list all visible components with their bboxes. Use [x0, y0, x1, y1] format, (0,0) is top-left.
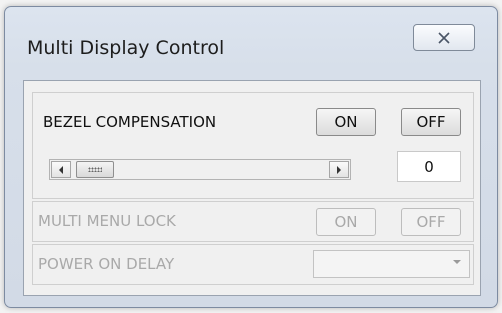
- bezel-on-button[interactable]: ON: [316, 108, 376, 136]
- dialog-client-area: BEZEL COMPENSATION ON OFF 0 MULTI MENU L…: [23, 80, 481, 296]
- multi-menu-lock-off-button[interactable]: OFF: [401, 208, 461, 236]
- scroll-left-button[interactable]: [51, 161, 71, 178]
- bezel-value-field[interactable]: 0: [397, 151, 461, 182]
- power-on-delay-group: POWER ON DELAY: [32, 244, 474, 285]
- power-on-delay-label: POWER ON DELAY: [38, 255, 175, 273]
- multi-display-control-window: Multi Display Control BEZEL COMPENSATION…: [4, 6, 498, 308]
- power-on-delay-select[interactable]: [313, 250, 470, 278]
- scroll-thumb[interactable]: [76, 161, 114, 178]
- arrow-left-icon: [59, 165, 63, 174]
- close-button[interactable]: [413, 24, 475, 51]
- scroll-right-button[interactable]: [329, 161, 349, 178]
- multi-menu-lock-group: MULTI MENU LOCK ON OFF: [32, 201, 474, 242]
- bezel-compensation-label: BEZEL COMPENSATION: [43, 113, 217, 131]
- window-title: Multi Display Control: [27, 37, 225, 59]
- grip-icon: [88, 167, 102, 172]
- bezel-off-button[interactable]: OFF: [401, 108, 461, 136]
- multi-menu-lock-label: MULTI MENU LOCK: [38, 212, 176, 230]
- multi-menu-lock-on-button[interactable]: ON: [316, 208, 376, 236]
- bezel-compensation-slider[interactable]: [49, 159, 351, 180]
- bezel-compensation-group: BEZEL COMPENSATION ON OFF 0: [32, 92, 474, 199]
- arrow-right-icon: [337, 165, 341, 174]
- chevron-down-icon: [453, 260, 461, 264]
- close-icon: [438, 31, 450, 44]
